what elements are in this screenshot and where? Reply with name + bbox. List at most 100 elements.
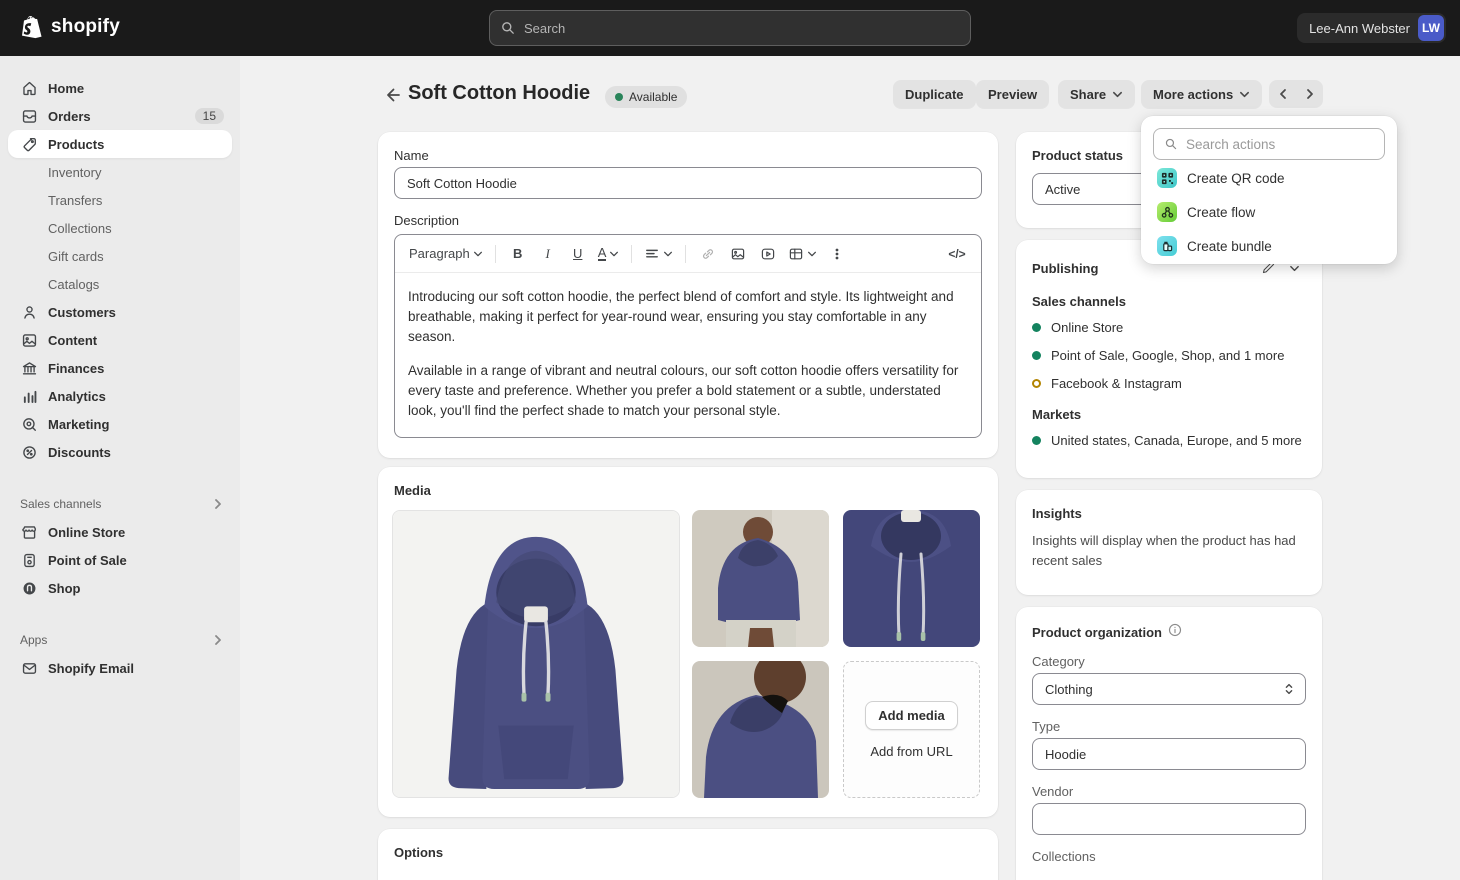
active-channel-dot-icon bbox=[1032, 350, 1041, 360]
alignment-dropdown[interactable] bbox=[640, 240, 677, 268]
global-search-input[interactable] bbox=[524, 20, 960, 36]
sidebar-item-products[interactable]: Products bbox=[8, 130, 232, 158]
sidebar-item-point-of-sale[interactable]: Point of Sale bbox=[8, 546, 232, 574]
sidebar-item-label: Catalogs bbox=[48, 276, 100, 292]
sidebar-item-label: Content bbox=[48, 332, 98, 348]
media-card: Media Add media Add from URL bbox=[378, 467, 998, 817]
status-badge: Available bbox=[605, 86, 688, 108]
menu-item-create-qr-code[interactable]: Create QR code bbox=[1153, 162, 1385, 194]
sidebar-item-shopify-email[interactable]: Shopify Email bbox=[8, 654, 232, 682]
sidebar-item-content[interactable]: Content bbox=[8, 326, 232, 354]
sidebar-item-catalogs[interactable]: Catalogs bbox=[8, 270, 232, 298]
button-label: Share bbox=[1070, 86, 1107, 102]
italic-button[interactable]: I bbox=[534, 240, 562, 268]
insert-video-button[interactable] bbox=[754, 240, 782, 268]
sidebar-item-marketing[interactable]: Marketing bbox=[8, 410, 232, 438]
chevron-down-icon bbox=[1113, 91, 1123, 97]
sidebar-item-online-store[interactable]: Online Store bbox=[8, 518, 232, 546]
product-image-thumb-1[interactable] bbox=[692, 510, 829, 647]
qr-code-icon bbox=[1157, 168, 1177, 188]
info-icon[interactable] bbox=[1168, 623, 1182, 642]
sidebar-item-analytics[interactable]: Analytics bbox=[8, 382, 232, 410]
duplicate-button[interactable]: Duplicate bbox=[893, 80, 976, 108]
add-from-url-button[interactable]: Add from URL bbox=[870, 744, 952, 759]
back-button[interactable] bbox=[380, 82, 406, 108]
arrow-left-icon bbox=[387, 88, 400, 102]
product-image-thumb-2[interactable] bbox=[843, 510, 980, 647]
text-color-dropdown[interactable]: A bbox=[594, 240, 624, 268]
sidebar-item-gift-cards[interactable]: Gift cards bbox=[8, 242, 232, 270]
active-market-dot-icon bbox=[1032, 435, 1041, 445]
chevron-right-icon bbox=[1306, 89, 1313, 99]
sidebar-item-label: Transfers bbox=[48, 192, 103, 208]
shopify-admin-app: shopify Lee-Ann Webster LW Home Orders 1… bbox=[0, 0, 1460, 880]
sidebar-item-discounts[interactable]: Discounts bbox=[8, 438, 232, 466]
product-pagination bbox=[1269, 80, 1323, 108]
chevron-down-icon bbox=[664, 251, 673, 256]
category-select[interactable]: Clothing bbox=[1032, 673, 1306, 705]
menu-item-label: Create bundle bbox=[1187, 238, 1272, 254]
product-image-thumb-3[interactable] bbox=[692, 661, 829, 798]
underline-button[interactable]: U bbox=[564, 240, 592, 268]
actions-search[interactable] bbox=[1153, 128, 1385, 160]
online-store-icon bbox=[20, 523, 38, 541]
product-details-card: Name Description Paragraph B I U A </> bbox=[378, 132, 998, 458]
video-icon bbox=[762, 248, 775, 259]
sidebar-item-home[interactable]: Home bbox=[8, 74, 232, 102]
email-icon bbox=[20, 659, 38, 677]
media-heading: Media bbox=[394, 483, 431, 498]
chevron-down-icon bbox=[473, 251, 482, 256]
insert-table-dropdown[interactable] bbox=[784, 240, 821, 268]
more-formatting-button[interactable] bbox=[823, 240, 851, 268]
type-label: Type bbox=[1032, 719, 1061, 734]
sidebar-item-inventory[interactable]: Inventory bbox=[8, 158, 232, 186]
toolbar-divider bbox=[494, 244, 496, 263]
sidebar-section-apps[interactable]: Apps bbox=[8, 626, 232, 654]
shop-icon bbox=[20, 579, 38, 597]
product-image-main[interactable] bbox=[392, 510, 680, 798]
chevron-down-icon bbox=[610, 251, 619, 256]
sidebar-section-sales-channels[interactable]: Sales channels bbox=[8, 490, 232, 518]
user-name: Lee-Ann Webster bbox=[1309, 20, 1410, 36]
description-content[interactable]: Introducing our soft cotton hoodie, the … bbox=[395, 273, 981, 437]
status-badge-label: Available bbox=[629, 90, 678, 104]
actions-search-input[interactable] bbox=[1186, 136, 1374, 152]
preview-button[interactable]: Preview bbox=[976, 80, 1050, 108]
search-icon bbox=[1165, 138, 1177, 150]
sidebar-item-collections[interactable]: Collections bbox=[8, 214, 232, 242]
next-product-button[interactable] bbox=[1296, 80, 1323, 108]
share-button[interactable]: Share bbox=[1058, 80, 1136, 108]
type-input[interactable] bbox=[1032, 738, 1306, 770]
page-header: Soft Cotton Hoodie Available Duplicate P… bbox=[240, 78, 1460, 112]
shopify-logo[interactable]: shopify bbox=[20, 14, 120, 40]
more-actions-button[interactable]: More actions bbox=[1141, 80, 1263, 108]
add-media-dropzone[interactable]: Add media Add from URL bbox=[843, 661, 980, 798]
link-button[interactable] bbox=[694, 240, 722, 268]
sidebar-item-shop[interactable]: Shop bbox=[8, 574, 232, 602]
orders-count-badge: 15 bbox=[194, 108, 224, 124]
insert-image-button[interactable] bbox=[724, 240, 752, 268]
menu-item-create-bundle[interactable]: Create bundle bbox=[1153, 230, 1385, 262]
global-search[interactable] bbox=[489, 10, 971, 46]
sidebar-item-transfers[interactable]: Transfers bbox=[8, 186, 232, 214]
paragraph-style-dropdown[interactable]: Paragraph bbox=[405, 240, 487, 268]
sidebar-item-label: Gift cards bbox=[48, 248, 104, 264]
vendor-input[interactable] bbox=[1032, 803, 1306, 835]
add-media-button[interactable]: Add media bbox=[865, 700, 958, 730]
sidebar-item-label: Analytics bbox=[48, 388, 106, 404]
sidebar-item-finances[interactable]: Finances bbox=[8, 354, 232, 382]
insights-heading: Insights bbox=[1032, 506, 1082, 521]
channel-row: Facebook & Instagram bbox=[1032, 369, 1306, 397]
sidebar-item-customers[interactable]: Customers bbox=[8, 298, 232, 326]
select-arrows-icon bbox=[1285, 683, 1293, 695]
previous-product-button[interactable] bbox=[1269, 80, 1296, 108]
menu-item-create-flow[interactable]: Create flow bbox=[1153, 196, 1385, 228]
show-html-button[interactable]: </> bbox=[943, 240, 971, 268]
bold-button[interactable]: B bbox=[504, 240, 532, 268]
product-name-input[interactable] bbox=[394, 167, 982, 199]
description-paragraph: Introducing our soft cotton hoodie, the … bbox=[408, 289, 954, 344]
user-menu[interactable]: Lee-Ann Webster LW bbox=[1297, 13, 1446, 43]
sidebar-item-orders[interactable]: Orders 15 bbox=[8, 102, 232, 130]
customers-icon bbox=[20, 303, 38, 321]
sidebar-item-label: Products bbox=[48, 136, 105, 152]
